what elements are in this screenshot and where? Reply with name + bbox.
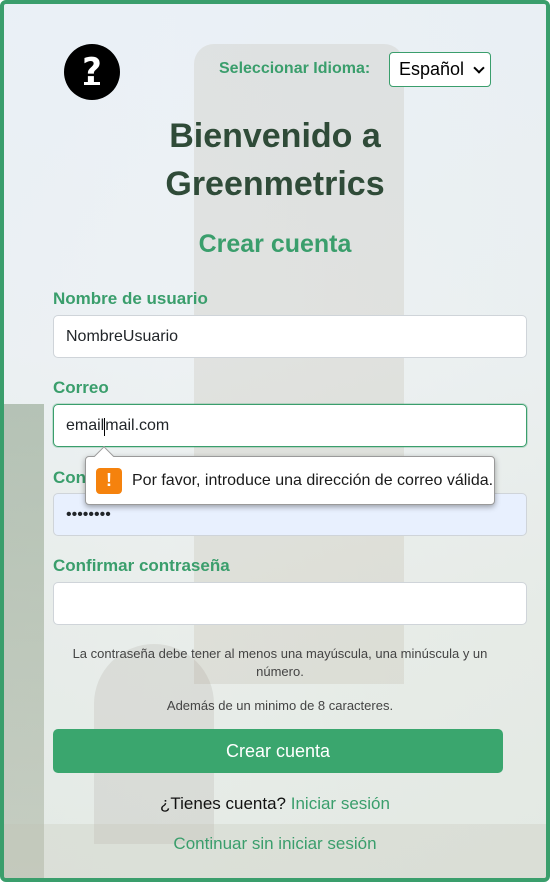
language-select[interactable]: Español [389,52,491,87]
email-value-after: mail.com [105,416,170,434]
confirm-password-label: Confirmar contraseña [53,556,230,575]
form-title: Crear cuenta [198,230,352,258]
help-icon[interactable]: ? [64,44,120,100]
confirm-password-input[interactable] [53,582,527,625]
password-hint-line2: número. [256,664,304,679]
language-label: Seleccionar Idioma: [219,60,371,77]
warning-icon: ! [96,467,122,494]
create-account-button[interactable]: Crear cuenta [53,729,503,773]
login-link[interactable]: Iniciar sesión [291,794,390,813]
username-label: Nombre de usuario [53,289,208,308]
have-account-text: ¿Tienes cuenta? [160,794,287,813]
have-account-row: ¿Tienes cuenta? Iniciar sesión [0,794,550,814]
email-input[interactable]: email mail.com [53,404,527,447]
page-title-line1: Bienvenido a [169,117,381,155]
password-hint-line1: La contraseña debe tener al menos una ma… [72,646,488,661]
validation-tooltip: ! Por favor, introduce una dirección de … [85,446,495,505]
validation-message: Por favor, introduce una dirección de co… [132,471,494,489]
question-underline [84,82,100,85]
username-value: NombreUsuario [66,327,179,345]
username-input[interactable]: NombreUsuario [53,315,527,358]
language-selected-value: Español [399,59,465,79]
password-label: Con [53,468,87,487]
email-value-before: email [66,416,105,434]
continue-as-guest-link[interactable]: Continuar sin iniciar sesión [0,834,550,854]
chevron-down-icon [473,62,485,74]
question-mark-glyph: ? [82,51,102,91]
email-label: Correo [53,378,109,397]
password-hint-line3: Además de un minimo de 8 caracteres. [166,698,394,713]
password-value: •••••••• [66,505,111,523]
page-title-line2: Greenmetrics [165,165,385,203]
